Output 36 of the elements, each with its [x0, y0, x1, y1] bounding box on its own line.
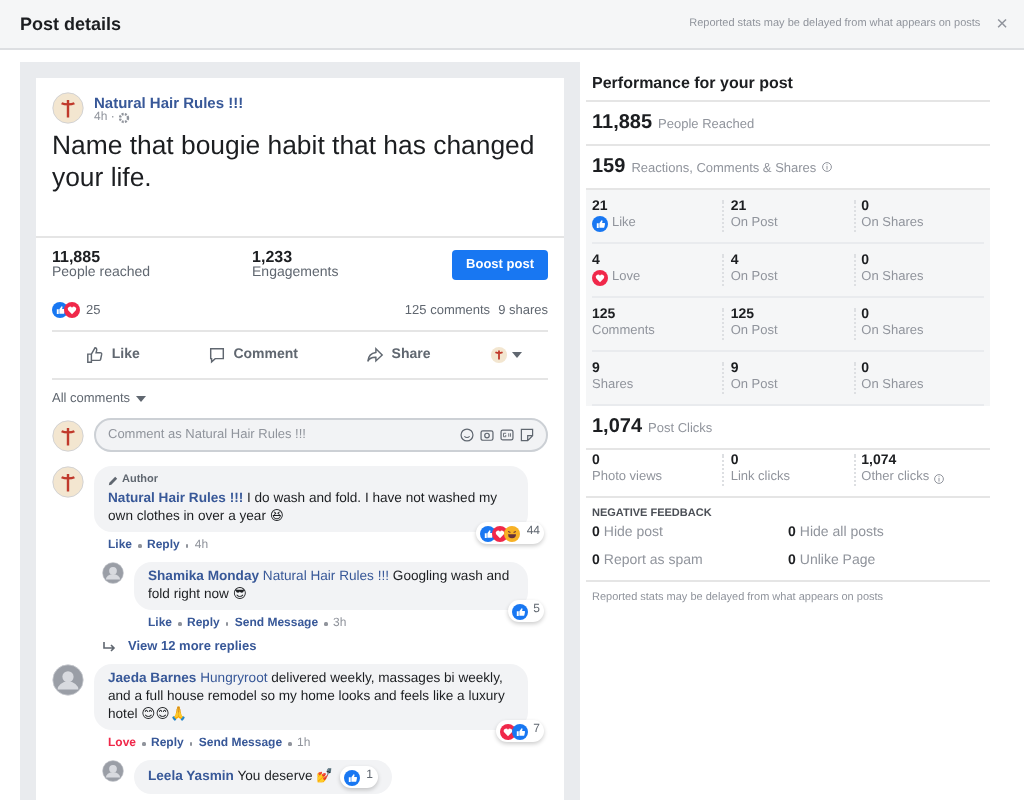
- smiley-icon[interactable]: [460, 428, 474, 442]
- heart-reaction-icon: [64, 302, 80, 318]
- info-icon[interactable]: [822, 162, 833, 172]
- speech-bubble-icon: [207, 346, 226, 364]
- stat-value: 11,885: [52, 248, 101, 266]
- window-title: Post details: [20, 14, 124, 34]
- pencil-icon: [108, 476, 118, 486]
- metric-value: 1,074: [592, 416, 643, 438]
- like-reaction-icon: [592, 216, 608, 232]
- sticker-icon[interactable]: [520, 428, 534, 442]
- gif-icon[interactable]: [500, 428, 514, 442]
- gear-icon[interactable]: [118, 111, 131, 123]
- user-avatar[interactable]: [102, 562, 124, 584]
- laughing-reaction-icon: [504, 525, 521, 541]
- metric-value: 159: [592, 156, 626, 178]
- page-avatar[interactable]: [52, 466, 84, 498]
- like-reaction-icon: [511, 723, 528, 739]
- stat-value: 1,233: [252, 248, 295, 266]
- thumbs-up-icon: [85, 346, 104, 364]
- user-avatar[interactable]: [52, 664, 84, 696]
- share-arrow-icon: [365, 346, 384, 364]
- page-avatar[interactable]: [52, 419, 84, 451]
- post-text: Name that bougie habit that has changed your life.: [52, 130, 537, 194]
- like-reaction-icon: [344, 769, 361, 785]
- caret-icon[interactable]: [136, 395, 147, 403]
- heart-reaction-icon: [592, 270, 608, 286]
- camera-icon[interactable]: [480, 428, 494, 442]
- performance-title: Performance for your post: [586, 62, 990, 102]
- metric-value: 11,885: [592, 112, 653, 134]
- page-avatar[interactable]: [52, 92, 84, 124]
- like-reaction-icon: [511, 603, 528, 619]
- user-avatar[interactable]: [102, 760, 124, 782]
- page-selector[interactable]: [490, 346, 523, 364]
- caret-icon[interactable]: [512, 351, 523, 359]
- reply-arrow-icon: [102, 641, 116, 653]
- info-icon[interactable]: [933, 473, 944, 483]
